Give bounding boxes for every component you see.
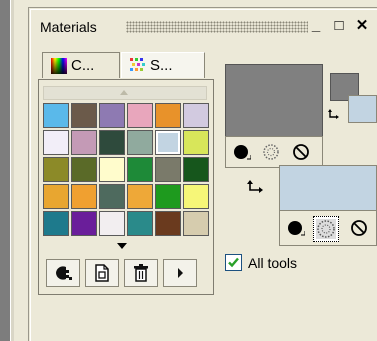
all-tools-checkbox[interactable] (225, 254, 242, 271)
color-swatch[interactable] (127, 184, 153, 209)
color-swatch[interactable] (99, 184, 125, 209)
close-button[interactable]: ✕ (353, 16, 371, 36)
mini-background-swatch[interactable] (348, 95, 377, 123)
delete-swatch-button[interactable] (124, 259, 158, 287)
fg-solid-color-button[interactable] (231, 141, 253, 163)
texture-icon (263, 144, 279, 160)
swatch-grid (43, 103, 209, 263)
color-swatch[interactable] (183, 211, 209, 236)
color-swatch[interactable] (155, 211, 181, 236)
color-swatch[interactable] (155, 130, 181, 155)
all-tools-label: All tools (248, 255, 298, 271)
scroll-down-arrow-icon[interactable] (117, 243, 127, 249)
color-swatch[interactable] (43, 130, 69, 155)
color-swatch[interactable] (43, 157, 69, 182)
swatch-options-icon (56, 266, 72, 280)
checkmark-icon (228, 257, 239, 268)
color-swatch[interactable] (183, 157, 209, 182)
color-swatch[interactable] (183, 184, 209, 209)
color-swatch[interactable] (127, 130, 153, 155)
swatch-options-button[interactable] (46, 259, 80, 287)
maximize-button[interactable]: □ (330, 16, 348, 36)
no-color-icon (351, 220, 367, 236)
color-swatch[interactable] (71, 130, 97, 155)
color-swatch[interactable] (43, 184, 69, 209)
color-swatch[interactable] (155, 184, 181, 209)
tab-color-label: C... (71, 57, 95, 74)
color-swatch[interactable] (71, 103, 97, 128)
tab-swatches-label: S... (150, 57, 173, 74)
color-swatch[interactable] (43, 103, 69, 128)
palette-titlebar[interactable]: Materials _ □ ✕ (33, 16, 377, 38)
color-swatch[interactable] (99, 103, 125, 128)
new-swatch-icon (95, 264, 109, 282)
bg-solid-color-button[interactable] (285, 217, 307, 239)
swap-colors-icon[interactable] (246, 179, 268, 199)
swap-small-icon[interactable] (327, 108, 343, 124)
solid-color-icon (288, 221, 305, 236)
background-style-bar (279, 210, 377, 246)
color-swatch[interactable] (183, 103, 209, 128)
minimize-button[interactable]: _ (307, 16, 325, 36)
color-swatch[interactable] (99, 211, 125, 236)
panel-title: Materials (40, 19, 97, 35)
bg-texture-button[interactable] (313, 216, 339, 242)
drag-grip[interactable] (126, 21, 308, 33)
color-swatch[interactable] (71, 184, 97, 209)
texture-icon (316, 219, 336, 239)
solid-color-icon (234, 145, 251, 160)
bg-transparent-button[interactable] (348, 217, 370, 239)
color-swatch[interactable] (71, 211, 97, 236)
new-swatch-button[interactable] (85, 259, 119, 287)
swatches-icon (130, 57, 145, 71)
color-swatch[interactable] (43, 211, 69, 236)
color-swatch[interactable] (155, 103, 181, 128)
color-swatch[interactable] (99, 157, 125, 182)
color-swatch[interactable] (127, 211, 153, 236)
color-spectrum-icon (51, 57, 67, 74)
more-arrow-icon (178, 268, 183, 278)
tab-swatches[interactable]: S... (121, 52, 205, 78)
tab-color[interactable]: C... (42, 52, 120, 78)
scroll-up-button[interactable] (43, 86, 207, 100)
fg-texture-button[interactable] (260, 141, 282, 163)
color-swatch[interactable] (99, 130, 125, 155)
workspace-edge (10, 0, 14, 341)
color-swatch[interactable] (183, 130, 209, 155)
color-swatch[interactable] (155, 157, 181, 182)
delete-swatch-icon (134, 264, 148, 282)
fg-transparent-button[interactable] (290, 141, 312, 163)
no-color-icon (293, 144, 309, 160)
color-swatch[interactable] (127, 103, 153, 128)
color-swatch[interactable] (71, 157, 97, 182)
more-button[interactable] (163, 259, 197, 287)
workspace-strip (0, 0, 10, 341)
foreground-style-bar (225, 136, 323, 168)
color-swatch[interactable] (127, 157, 153, 182)
